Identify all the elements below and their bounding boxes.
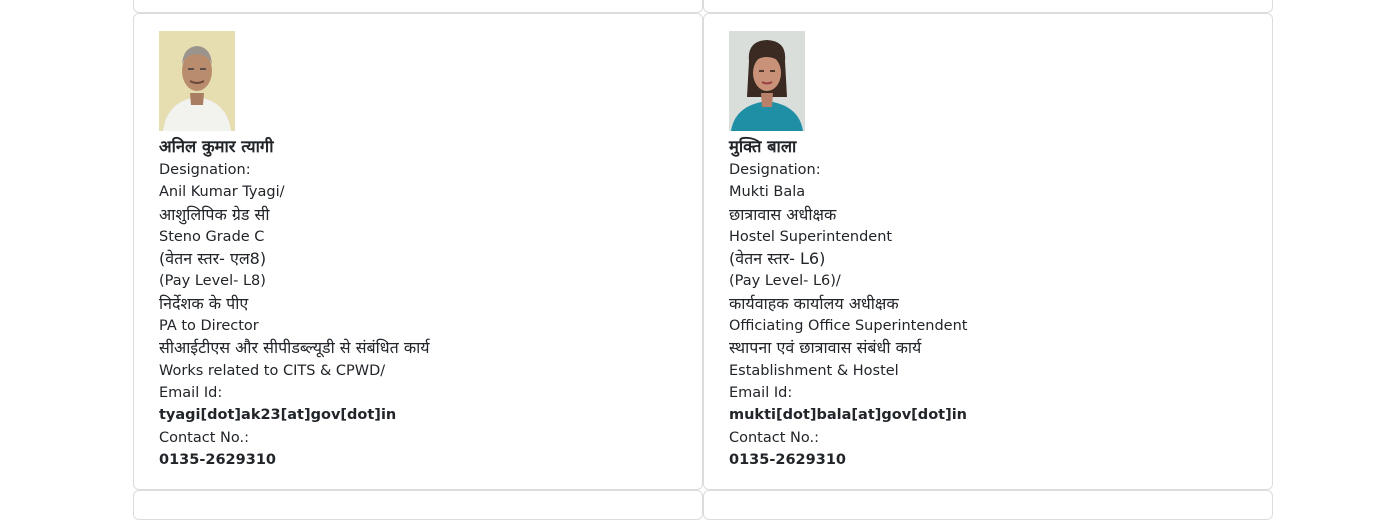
staff-card-partial-bottom xyxy=(703,490,1273,520)
designation-line: Establishment & Hostel xyxy=(729,362,899,379)
email-value: tyagi[dot]ak23[at]gov[dot]in xyxy=(159,407,397,424)
designation-label: Designation: xyxy=(729,162,821,178)
designation-line: Officiating Office Superintendent xyxy=(729,318,968,335)
staff-name-hindi: अनिल कुमार त्यागी xyxy=(159,137,274,156)
staff-name-hindi: मुक्ति बाला xyxy=(729,137,797,156)
contact-label: Contact No.: xyxy=(159,429,249,446)
designation-line: (Pay Level- L8) xyxy=(159,273,266,290)
designation-line: (वेतन स्तर- L6) xyxy=(729,249,826,269)
staff-card-partial-bottom xyxy=(133,490,703,520)
staff-card: अनिल कुमार त्यागी Designation: Anil Kuma… xyxy=(133,13,703,490)
email-value: mukti[dot]bala[at]gov[dot]in xyxy=(729,407,968,424)
email-label: Email Id: xyxy=(729,384,793,401)
contact-value: 0135-2629310 xyxy=(729,451,846,468)
staff-card-partial-top xyxy=(133,0,703,13)
designation-line: सीआईटीएस और सीपीडब्ल्यूडी से संबंधित कार… xyxy=(159,338,430,358)
staff-photo xyxy=(159,31,235,131)
designation-label: Designation: xyxy=(159,162,251,178)
designation-line: Anil Kumar Tyagi/ xyxy=(159,184,285,201)
designation-line: Steno Grade C xyxy=(159,228,265,245)
contact-value: 0135-2629310 xyxy=(159,451,276,468)
designation-line: आशुलिपिक ग्रेड सी xyxy=(159,204,270,224)
staff-card: मुक्ति बाला Designation: Mukti Bala छात्… xyxy=(703,13,1273,490)
designation-line: छात्रावास अधीक्षक xyxy=(729,204,837,224)
designation-line: Mukti Bala xyxy=(729,184,806,201)
designation-line: कार्यवाहक कार्यालय अधीक्षक xyxy=(729,293,899,313)
designation-line: Hostel Superintendent xyxy=(729,228,893,245)
contact-label: Contact No.: xyxy=(729,429,819,446)
designation-line: स्थापना एवं छात्रावास संबंधी कार्य xyxy=(729,338,922,358)
email-label: Email Id: xyxy=(159,384,223,401)
designation-line: Works related to CITS & CPWD/ xyxy=(159,362,386,379)
staff-photo xyxy=(729,31,805,131)
staff-card-partial-top xyxy=(703,0,1273,13)
designation-line: (Pay Level- L6)/ xyxy=(729,273,841,290)
designation-line: (वेतन स्तर- एल8) xyxy=(159,249,267,269)
designation-line: निर्देशक के पीए xyxy=(159,293,249,313)
designation-line: PA to Director xyxy=(159,318,259,335)
